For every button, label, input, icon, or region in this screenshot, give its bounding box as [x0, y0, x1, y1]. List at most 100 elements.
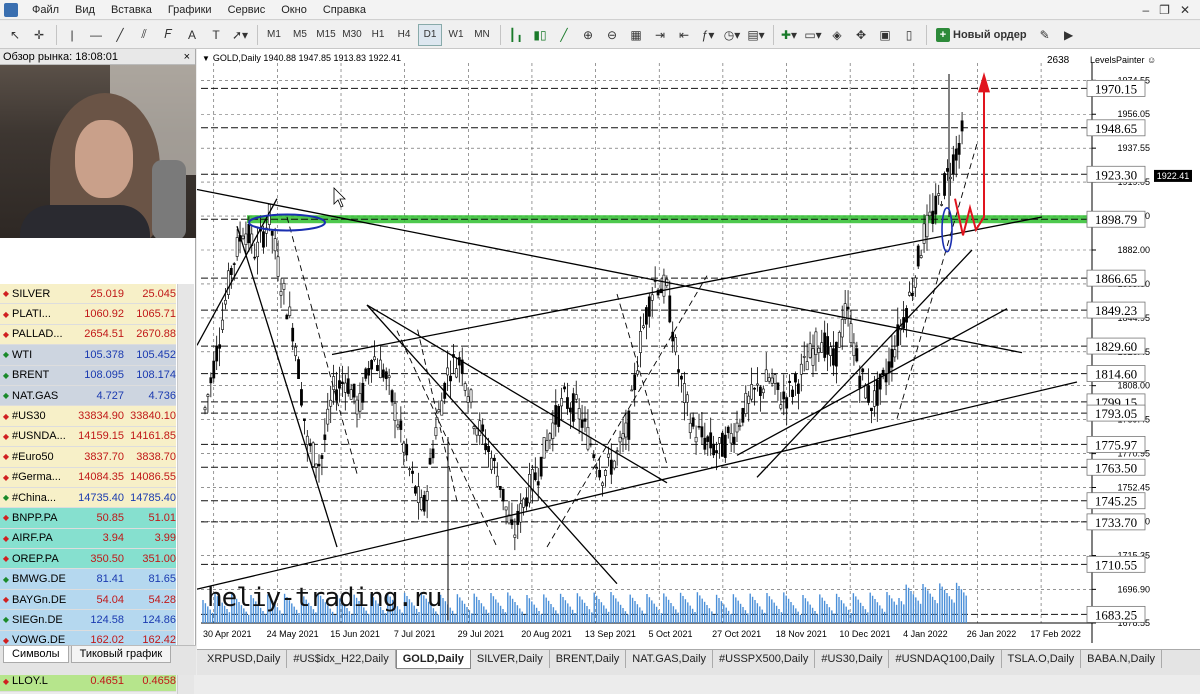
tab-symbols[interactable]: Символы: [3, 646, 69, 663]
line-chart-icon[interactable]: ╱: [553, 24, 575, 46]
market-watch-row[interactable]: ◆ PALLAD... 2654.51 2670.88: [0, 324, 176, 346]
market-watch-row[interactable]: ◆ #Euro50 3837.70 3838.70: [0, 447, 176, 468]
price-down-icon: ◆: [2, 554, 10, 564]
chart-tab[interactable]: BABA.N,Daily: [1081, 650, 1163, 668]
timeframe-mn[interactable]: MN: [470, 24, 494, 46]
trendline-icon[interactable]: ╱: [109, 24, 131, 46]
market-watch-row[interactable]: ◆ AIRF.PA 3.94 3.99: [0, 528, 176, 550]
market-watch-row[interactable]: ◆ SIEGn.DE 124.58 124.86: [0, 610, 176, 631]
chart-tab[interactable]: #US30,Daily: [815, 650, 890, 668]
autotrading-icon[interactable]: ▶: [1058, 24, 1080, 46]
chart-window[interactable]: 1974.551956.051937.551919.051900.501882.…: [197, 49, 1200, 649]
templates-icon[interactable]: ▤▾: [745, 24, 767, 46]
crosshair-icon[interactable]: ✛: [28, 24, 50, 46]
market-watch-row[interactable]: ◆ #US30 33834.90 33840.10: [0, 406, 176, 427]
chart-tab[interactable]: TSLA.O,Daily: [1002, 650, 1082, 668]
symbol-name: SILVER: [12, 287, 51, 300]
periods-icon[interactable]: ◷▾: [721, 24, 743, 46]
timeframe-h4[interactable]: H4: [392, 24, 416, 46]
candle: [817, 347, 821, 353]
chart-tab[interactable]: XRPUSD,Daily: [201, 650, 288, 668]
bar-chart-icon[interactable]: ┃╻: [505, 24, 527, 46]
chart-tab[interactable]: #USNDAQ100,Daily: [889, 650, 1002, 668]
chart-tab[interactable]: SILVER,Daily: [471, 650, 550, 668]
market-watch-row[interactable]: ◆ OREP.PA 350.50 351.00: [0, 549, 176, 570]
price-down-icon: ◆: [2, 452, 10, 462]
arrow-shapes-icon[interactable]: ➚▾: [229, 24, 251, 46]
indicators-icon[interactable]: ƒ▾: [697, 24, 719, 46]
market-watch-row[interactable]: ◆ BRENT 108.095 108.174: [0, 365, 176, 386]
chart-tab[interactable]: #USSPX500,Daily: [713, 650, 816, 668]
candle: [700, 426, 704, 438]
timeframe-m30[interactable]: M30: [340, 24, 364, 46]
label-icon[interactable]: T: [205, 24, 227, 46]
menu-file[interactable]: Файл: [24, 4, 67, 16]
profiles-icon[interactable]: ▭▾: [802, 24, 824, 46]
autoscroll-icon[interactable]: ⇥: [649, 24, 671, 46]
channel-icon[interactable]: ⫽: [133, 24, 155, 46]
candle: [212, 360, 216, 379]
menu-insert[interactable]: Вставка: [103, 4, 160, 16]
candle: [411, 470, 414, 474]
candle: [510, 519, 514, 525]
terminal-icon[interactable]: ▣: [874, 24, 896, 46]
navigator-icon[interactable]: ✥: [850, 24, 872, 46]
restore-icon[interactable]: ❐: [1159, 3, 1170, 17]
candle: [434, 427, 438, 437]
timeframe-m15[interactable]: M15: [314, 24, 338, 46]
cursor-tool-icon[interactable]: ↖: [4, 24, 26, 46]
close-icon[interactable]: ×: [184, 51, 190, 63]
chart-tab[interactable]: GOLD,Daily: [395, 650, 471, 669]
market-watch-row[interactable]: ◆ #China... 14735.40 14785.40: [0, 487, 176, 509]
candlestick-icon[interactable]: ▮▯: [529, 24, 551, 46]
market-watch-row[interactable]: ◆ WTI 105.378 105.452: [0, 345, 176, 366]
candle: [893, 349, 897, 358]
timeframe-d1[interactable]: D1: [418, 23, 442, 46]
new-order-button[interactable]: + Новый ордер: [931, 24, 1032, 46]
market-watch-row[interactable]: ◆ BAYGn.DE 54.04 54.28: [0, 589, 176, 611]
candle: [367, 368, 371, 376]
market-watch-row[interactable]: ◆ BNPP.PA 50.85 51.01: [0, 508, 176, 529]
tile-windows-icon[interactable]: ▦: [625, 24, 647, 46]
chart-tab[interactable]: NAT.GAS,Daily: [626, 650, 714, 668]
market-watch-row[interactable]: ◆ BMWG.DE 81.41 81.65: [0, 569, 176, 590]
menu-view[interactable]: Вид: [67, 4, 103, 16]
menu-window[interactable]: Окно: [273, 4, 315, 16]
menu-charts[interactable]: Графики: [160, 4, 220, 16]
market-watch-scrollbar[interactable]: [177, 284, 194, 694]
text-icon[interactable]: A: [181, 24, 203, 46]
horizontal-line-icon[interactable]: —: [85, 24, 107, 46]
strategy-tester-icon[interactable]: ▯: [898, 24, 920, 46]
vertical-line-icon[interactable]: |: [61, 24, 83, 46]
menu-tools[interactable]: Сервис: [220, 4, 274, 16]
zoom-out-icon[interactable]: ⊖: [601, 24, 623, 46]
fibonacci-icon[interactable]: 𝐹: [157, 24, 179, 46]
price-chart[interactable]: 1974.551956.051937.551919.051900.501882.…: [197, 49, 1200, 649]
candle: [948, 176, 952, 180]
zoom-in-icon[interactable]: ⊕: [577, 24, 599, 46]
chart-tab[interactable]: BRENT,Daily: [550, 650, 627, 668]
minimize-icon[interactable]: –: [1142, 3, 1149, 17]
candle: [633, 374, 637, 391]
market-watch-row[interactable]: ◆ PLATI... 1060.92 1065.71: [0, 304, 176, 325]
market-watch-row[interactable]: ◆ SILVER 25.019 25.045: [0, 284, 176, 305]
candle: [343, 382, 347, 393]
timeframe-w1[interactable]: W1: [444, 24, 468, 46]
market-watch-row[interactable]: ◆ #Germa... 14084.35 14086.55: [0, 467, 176, 488]
timeframe-m1[interactable]: M1: [262, 24, 286, 46]
chart-tab[interactable]: #US$idx_H22,Daily: [287, 650, 396, 668]
candle: [796, 383, 800, 394]
close-icon[interactable]: ✕: [1180, 3, 1190, 17]
metaeditor-icon[interactable]: ✎: [1034, 24, 1056, 46]
new-chart-icon[interactable]: ✚ ▾: [778, 24, 800, 46]
market-watch-icon[interactable]: ◈: [826, 24, 848, 46]
symbol-name: BRENT: [12, 369, 50, 382]
timeframe-h1[interactable]: H1: [366, 24, 390, 46]
candle: [680, 375, 683, 380]
tab-tick-chart[interactable]: Тиковый график: [70, 646, 172, 663]
menu-help[interactable]: Справка: [315, 4, 374, 16]
chart-shift-icon[interactable]: ⇤: [673, 24, 695, 46]
market-watch-row[interactable]: ◆ NAT.GAS 4.727 4.736: [0, 385, 176, 407]
market-watch-row[interactable]: ◆ #USNDA... 14159.15 14161.85: [0, 426, 176, 448]
timeframe-m5[interactable]: M5: [288, 24, 312, 46]
